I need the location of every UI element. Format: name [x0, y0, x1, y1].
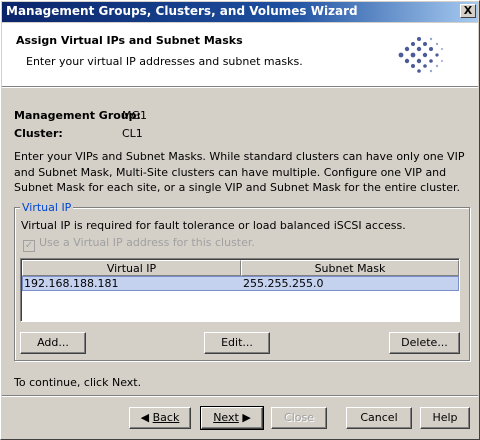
cancel-button[interactable]: Cancel — [346, 407, 412, 429]
use-vip-checkbox-label: Use a Virtual IP address for this cluste… — [39, 236, 255, 249]
use-vip-checkbox-row: ✓ Use a Virtual IP address for this clust… — [23, 236, 255, 252]
help-button[interactable]: Help — [420, 407, 470, 429]
edit-button[interactable]: Edit... — [204, 332, 270, 354]
window-title: Management Groups, Clusters, and Volumes… — [6, 4, 358, 18]
title-bar: Management Groups, Clusters, and Volumes… — [2, 2, 478, 22]
management-group-value: MG1 — [122, 109, 148, 122]
header-title: Assign Virtual IPs and Subnet Masks — [16, 34, 243, 47]
delete-button[interactable]: Delete... — [389, 332, 460, 354]
add-button[interactable]: Add... — [20, 332, 86, 354]
next-label: Next — [213, 411, 239, 424]
next-arrow-icon: ▶ — [242, 411, 251, 424]
cell-virtual-ip: 192.168.188.181 — [24, 277, 119, 290]
column-header-subnet-mask[interactable]: Subnet Mask — [241, 260, 459, 276]
cluster-value: CL1 — [122, 127, 143, 140]
header-subtitle: Enter your virtual IP addresses and subn… — [26, 55, 303, 68]
cell-subnet-mask: 255.255.255.0 — [243, 277, 324, 290]
description-text: Enter your VIPs and Subnet Masks. While … — [14, 150, 465, 194]
dot-diamond-logo-icon — [398, 37, 443, 73]
close-icon[interactable]: X — [460, 4, 476, 18]
footer-separator — [2, 395, 478, 397]
back-button[interactable]: ◀ Back — [129, 407, 191, 429]
wizard-header: Assign Virtual IPs and Subnet Masks Ente… — [2, 23, 478, 88]
cluster-label: Cluster: — [14, 127, 63, 140]
back-label: Back — [152, 411, 180, 424]
virtual-ip-note: Virtual IP is required for fault toleran… — [21, 219, 406, 232]
continue-hint: To continue, click Next. — [14, 376, 142, 389]
wizard-window: Management Groups, Clusters, and Volumes… — [0, 0, 480, 440]
column-header-virtual-ip[interactable]: Virtual IP — [22, 260, 241, 276]
virtual-ip-legend: Virtual IP — [20, 201, 74, 214]
use-vip-checkbox[interactable]: ✓ — [23, 240, 35, 252]
back-arrow-icon: ◀ — [140, 411, 150, 424]
vip-table: Virtual IP Subnet Mask 192.168.188.181 2… — [20, 258, 460, 322]
close-button[interactable]: Close — [271, 407, 327, 429]
next-button[interactable]: Next ▶ — [200, 406, 264, 430]
table-row[interactable]: 192.168.188.181 255.255.255.0 — [22, 276, 459, 291]
